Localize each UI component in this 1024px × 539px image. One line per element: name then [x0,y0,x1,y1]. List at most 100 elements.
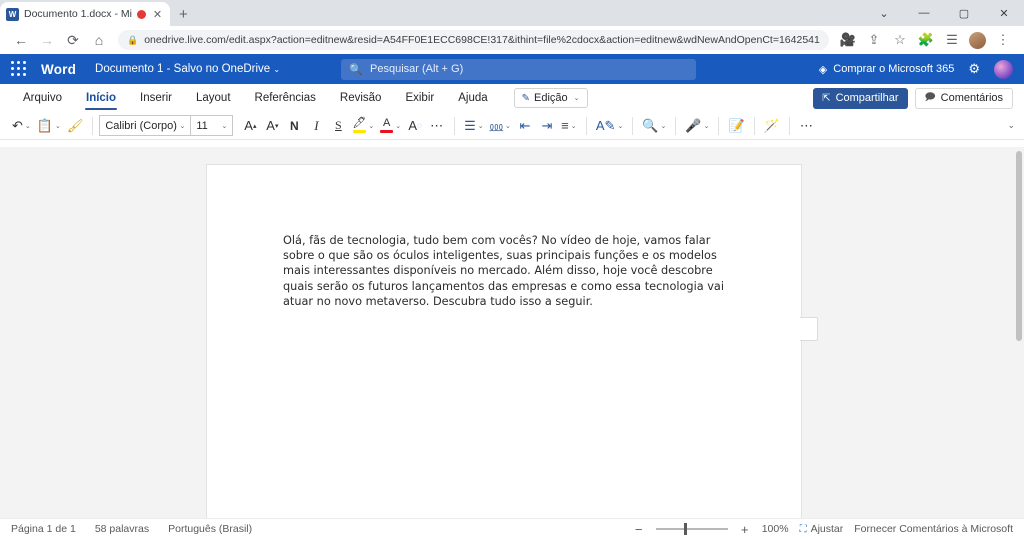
plus-icon[interactable]: + [739,522,751,537]
chevron-down-icon[interactable]: ⌄ [864,0,904,26]
window-controls: ⌄ — ▢ ✕ [864,0,1024,26]
camera-icon[interactable]: 🎥 [835,27,861,53]
address-bar[interactable]: 🔒 onedrive.live.com/edit.aspx?action=edi… [118,30,829,50]
font-color-button[interactable]: A ⌄ [377,114,404,138]
text-highlight-button[interactable]: 🖊 ⌄ [349,114,377,138]
page-count[interactable]: Página 1 de 1 [11,523,76,535]
format-painter-button[interactable]: 🖌 [64,114,87,138]
close-icon[interactable]: ✕ [984,0,1024,26]
chevron-down-icon: ⌄ [505,122,511,130]
reload-icon[interactable]: ⟳ [60,27,86,53]
arrow-right-icon[interactable]: → [34,27,60,53]
word-brand[interactable]: Word [41,62,76,77]
divider [632,116,634,135]
zoom-level[interactable]: 100% [762,523,789,535]
document-title[interactable]: Documento 1 - Salvo no OneDrive ⌄ [95,63,280,75]
browser-tab-title: Documento 1.docx - Micros [24,8,132,20]
tab-ajuda[interactable]: Ajuda [446,84,499,112]
tab-inicio[interactable]: Início [74,84,128,112]
side-panel-toggle[interactable] [800,317,818,341]
scrollbar-thumb[interactable] [1016,151,1022,341]
star-icon[interactable]: ☆ [887,27,913,53]
feedback-link[interactable]: Fornecer Comentários à Microsoft [854,523,1013,535]
editor-button[interactable]: 📝 [725,114,747,138]
tab-layout[interactable]: Layout [184,84,243,112]
comment-bubble-icon: 🗩 [924,91,936,103]
chevron-down-icon[interactable]: ⌄ [273,65,280,74]
increase-font-size-button[interactable]: A ▴ [239,114,261,138]
increase-indent-button[interactable]: ⇥ [536,114,558,138]
arrow-left-icon[interactable]: ← [8,27,34,53]
avatar[interactable] [993,59,1013,79]
toolbar-overflow-button[interactable]: ⋯ [796,114,818,138]
chevron-down-icon: ⌄ [703,122,710,130]
document-canvas: Olá, fãs de tecnologia, tudo bem com voc… [0,147,1024,518]
fit-page-button[interactable]: ⛶ Ajustar [800,523,844,535]
search-input[interactable]: 🔍 Pesquisar (Alt + G) [341,58,697,80]
chevron-down-icon: ⌄ [395,122,402,130]
chevron-down-icon: ⌄ [221,122,228,130]
tab-inserir[interactable]: Inserir [128,84,184,112]
decrease-indent-button[interactable]: ⇤ [514,114,536,138]
zoom-slider-thumb[interactable] [683,523,687,535]
document-page[interactable]: Olá, fãs de tecnologia, tudo bem com voc… [206,164,802,518]
share-icon[interactable]: ⇪ [861,27,887,53]
tab-referencias[interactable]: Referências [243,84,328,112]
url-text: onedrive.live.com/edit.aspx?action=editn… [144,34,820,46]
document-body-text[interactable]: Olá, fãs de tecnologia, tudo bem com voc… [283,233,728,309]
diamond-icon: ◈ [818,63,828,76]
styles-button[interactable]: A✎ ⌄ [593,114,626,138]
divider [92,116,94,135]
designer-button[interactable]: 🪄 [761,114,783,138]
language-indicator[interactable]: Português (Brasil) [168,523,252,535]
font-color-swatch [380,130,394,133]
share-button[interactable]: ⇱ Compartilhar [813,87,908,109]
bold-button[interactable]: N [283,114,305,138]
tab-revisao[interactable]: Revisão [328,84,394,112]
status-bar-right: − + 100% ⛶ Ajustar Fornecer Comentários … [633,522,1013,537]
extensions-icon[interactable]: 🧩 [913,27,939,53]
browser-tab[interactable]: W Documento 1.docx - Micros ✕ [0,2,170,26]
decrease-font-size-button[interactable]: A ▾ [261,114,283,138]
gear-icon[interactable]: ⚙ [968,61,980,77]
minimize-icon[interactable]: — [904,0,944,26]
formatting-toolbar: ↶ ⌄ 📋 ⌄ 🖌 Calibri (Corpo) ⌄ 11 ⌄ A ▴ A ▾ N I… [0,112,1024,140]
align-left-button[interactable]: ≡ ⌄ [558,114,580,138]
lock-icon: 🔒 [127,34,139,45]
maximize-icon[interactable]: ▢ [944,0,984,26]
buy-microsoft-365-button[interactable]: ◈ Comprar o Microsoft 365 [819,63,955,76]
editing-mode-button[interactable]: ✎ Edição ⌄ [513,88,588,108]
avatar[interactable] [969,31,986,49]
word-count[interactable]: 58 palavras [95,523,149,535]
paste-button[interactable]: 📋 ⌄ [34,114,64,138]
zoom-slider[interactable] [655,523,728,535]
app-launcher-icon[interactable] [11,61,27,77]
home-icon[interactable]: ⌂ [86,27,112,53]
chevron-down-icon: ⌄ [54,122,61,130]
collections-icon[interactable]: ☰ [939,27,965,53]
font-size-select[interactable]: 11 ⌄ [191,115,234,136]
plus-icon[interactable]: + [179,6,188,26]
tab-arquivo[interactable]: Arquivo [11,84,74,112]
vertical-scrollbar[interactable] [1014,147,1024,518]
chevron-down-icon[interactable]: ⌄ [1007,120,1015,131]
tab-exibir[interactable]: Exibir [393,84,446,112]
clear-formatting-button[interactable]: A ◌ [404,114,426,138]
numbered-list-button[interactable]: ⅏ ⌄ [487,114,514,138]
chevron-down-icon: ⌄ [570,122,577,130]
chevron-down-icon: ⌄ [660,122,667,130]
close-icon[interactable]: ✕ [151,8,164,21]
divider [753,116,755,135]
chevron-down-icon: ⌄ [617,122,624,130]
more-font-options-button[interactable]: ⋯ [426,114,448,138]
bulleted-list-button[interactable]: ☰ ⌄ [461,114,487,138]
comments-button[interactable]: 🗩 Comentários [914,87,1013,109]
find-button[interactable]: 🔍 ⌄ [639,114,669,138]
dictate-button[interactable]: 🎤 ⌄ [682,114,712,138]
three-dot-menu-icon[interactable]: ⋮ [990,27,1016,53]
undo-button[interactable]: ↶ ⌄ [9,114,34,138]
underline-button[interactable]: S [327,114,349,138]
font-name-select[interactable]: Calibri (Corpo) ⌄ [99,115,192,136]
italic-button[interactable]: I [305,114,327,138]
minus-icon[interactable]: − [633,522,645,537]
